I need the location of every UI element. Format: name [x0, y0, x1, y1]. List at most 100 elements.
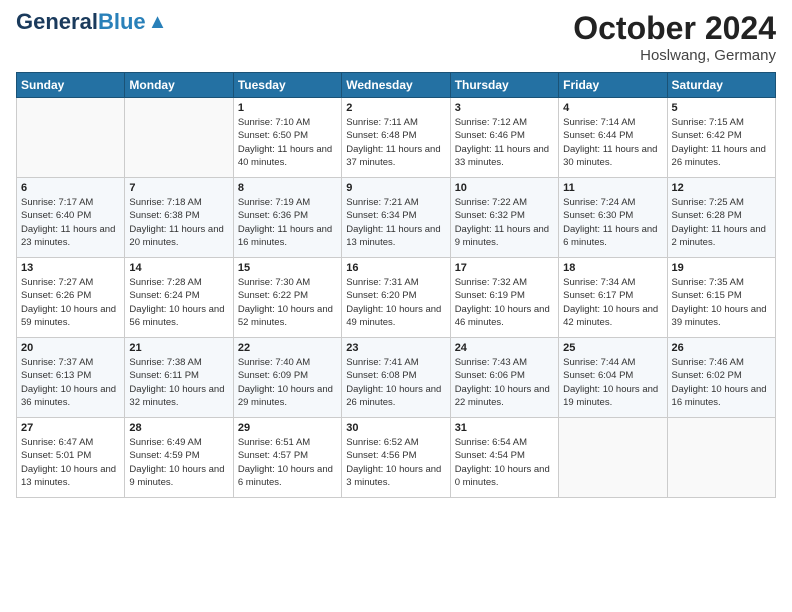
day-number: 9 — [346, 182, 445, 194]
sunrise-text: Sunrise: 7:43 AM — [455, 357, 527, 368]
calendar-cell: 29 Sunrise: 6:51 AM Sunset: 4:57 PM Dayl… — [233, 418, 341, 498]
sunrise-text: Sunrise: 7:41 AM — [346, 357, 418, 368]
calendar-cell: 10 Sunrise: 7:22 AM Sunset: 6:32 PM Dayl… — [450, 178, 558, 258]
daylight-text: Daylight: 10 hours and 52 minutes. — [238, 304, 333, 328]
sunset-text: Sunset: 6:17 PM — [563, 290, 633, 301]
sunrise-text: Sunrise: 7:25 AM — [672, 197, 744, 208]
daylight-text: Daylight: 10 hours and 9 minutes. — [129, 464, 224, 488]
sunset-text: Sunset: 6:15 PM — [672, 290, 742, 301]
sunset-text: Sunset: 6:34 PM — [346, 210, 416, 221]
day-number: 28 — [129, 422, 228, 434]
cell-content: Sunrise: 7:22 AM Sunset: 6:32 PM Dayligh… — [455, 196, 554, 249]
calendar-week-row: 13 Sunrise: 7:27 AM Sunset: 6:26 PM Dayl… — [17, 258, 776, 338]
daylight-text: Daylight: 11 hours and 2 minutes. — [672, 224, 766, 248]
calendar-week-row: 27 Sunrise: 6:47 AM Sunset: 5:01 PM Dayl… — [17, 418, 776, 498]
calendar-week-row: 1 Sunrise: 7:10 AM Sunset: 6:50 PM Dayli… — [17, 98, 776, 178]
sunset-text: Sunset: 6:09 PM — [238, 370, 308, 381]
calendar-cell: 14 Sunrise: 7:28 AM Sunset: 6:24 PM Dayl… — [125, 258, 233, 338]
calendar-cell: 31 Sunrise: 6:54 AM Sunset: 4:54 PM Dayl… — [450, 418, 558, 498]
calendar-cell: 22 Sunrise: 7:40 AM Sunset: 6:09 PM Dayl… — [233, 338, 341, 418]
sunrise-text: Sunrise: 7:17 AM — [21, 197, 93, 208]
day-number: 27 — [21, 422, 120, 434]
header: GeneralBlue ▲ October 2024 Hoslwang, Ger… — [16, 10, 776, 64]
daylight-text: Daylight: 10 hours and 32 minutes. — [129, 384, 224, 408]
daylight-text: Daylight: 10 hours and 13 minutes. — [21, 464, 116, 488]
daylight-text: Daylight: 11 hours and 20 minutes. — [129, 224, 223, 248]
daylight-text: Daylight: 11 hours and 26 minutes. — [672, 144, 766, 168]
calendar-cell: 1 Sunrise: 7:10 AM Sunset: 6:50 PM Dayli… — [233, 98, 341, 178]
title-block: October 2024 Hoslwang, Germany — [573, 10, 776, 64]
calendar-cell: 9 Sunrise: 7:21 AM Sunset: 6:34 PM Dayli… — [342, 178, 450, 258]
day-number: 10 — [455, 182, 554, 194]
daylight-text: Daylight: 10 hours and 19 minutes. — [563, 384, 658, 408]
day-number: 17 — [455, 262, 554, 274]
calendar-cell: 19 Sunrise: 7:35 AM Sunset: 6:15 PM Dayl… — [667, 258, 775, 338]
sunset-text: Sunset: 4:54 PM — [455, 450, 525, 461]
day-number: 19 — [672, 262, 771, 274]
weekday-header: Wednesday — [342, 73, 450, 98]
sunrise-text: Sunrise: 6:54 AM — [455, 437, 527, 448]
day-number: 30 — [346, 422, 445, 434]
daylight-text: Daylight: 10 hours and 42 minutes. — [563, 304, 658, 328]
day-number: 8 — [238, 182, 337, 194]
daylight-text: Daylight: 10 hours and 16 minutes. — [672, 384, 767, 408]
day-number: 31 — [455, 422, 554, 434]
calendar-cell: 7 Sunrise: 7:18 AM Sunset: 6:38 PM Dayli… — [125, 178, 233, 258]
day-number: 22 — [238, 342, 337, 354]
weekday-header-row: SundayMondayTuesdayWednesdayThursdayFrid… — [17, 73, 776, 98]
sunrise-text: Sunrise: 6:52 AM — [346, 437, 418, 448]
sunset-text: Sunset: 6:11 PM — [129, 370, 199, 381]
calendar-cell: 5 Sunrise: 7:15 AM Sunset: 6:42 PM Dayli… — [667, 98, 775, 178]
cell-content: Sunrise: 7:17 AM Sunset: 6:40 PM Dayligh… — [21, 196, 120, 249]
sunrise-text: Sunrise: 7:15 AM — [672, 117, 744, 128]
cell-content: Sunrise: 6:49 AM Sunset: 4:59 PM Dayligh… — [129, 436, 228, 489]
daylight-text: Daylight: 11 hours and 37 minutes. — [346, 144, 440, 168]
daylight-text: Daylight: 11 hours and 30 minutes. — [563, 144, 657, 168]
sunset-text: Sunset: 6:06 PM — [455, 370, 525, 381]
day-number: 20 — [21, 342, 120, 354]
calendar-cell: 15 Sunrise: 7:30 AM Sunset: 6:22 PM Dayl… — [233, 258, 341, 338]
daylight-text: Daylight: 10 hours and 59 minutes. — [21, 304, 116, 328]
calendar-cell: 18 Sunrise: 7:34 AM Sunset: 6:17 PM Dayl… — [559, 258, 667, 338]
day-number: 15 — [238, 262, 337, 274]
daylight-text: Daylight: 10 hours and 29 minutes. — [238, 384, 333, 408]
cell-content: Sunrise: 6:51 AM Sunset: 4:57 PM Dayligh… — [238, 436, 337, 489]
cell-content: Sunrise: 6:52 AM Sunset: 4:56 PM Dayligh… — [346, 436, 445, 489]
daylight-text: Daylight: 11 hours and 6 minutes. — [563, 224, 657, 248]
calendar-cell: 4 Sunrise: 7:14 AM Sunset: 6:44 PM Dayli… — [559, 98, 667, 178]
cell-content: Sunrise: 7:24 AM Sunset: 6:30 PM Dayligh… — [563, 196, 662, 249]
calendar-cell: 12 Sunrise: 7:25 AM Sunset: 6:28 PM Dayl… — [667, 178, 775, 258]
cell-content: Sunrise: 7:41 AM Sunset: 6:08 PM Dayligh… — [346, 356, 445, 409]
calendar-cell: 27 Sunrise: 6:47 AM Sunset: 5:01 PM Dayl… — [17, 418, 125, 498]
sunrise-text: Sunrise: 7:22 AM — [455, 197, 527, 208]
cell-content: Sunrise: 7:21 AM Sunset: 6:34 PM Dayligh… — [346, 196, 445, 249]
sunrise-text: Sunrise: 7:35 AM — [672, 277, 744, 288]
sunset-text: Sunset: 6:13 PM — [21, 370, 91, 381]
cell-content: Sunrise: 7:27 AM Sunset: 6:26 PM Dayligh… — [21, 276, 120, 329]
calendar-cell: 30 Sunrise: 6:52 AM Sunset: 4:56 PM Dayl… — [342, 418, 450, 498]
sunset-text: Sunset: 6:50 PM — [238, 130, 308, 141]
daylight-text: Daylight: 11 hours and 40 minutes. — [238, 144, 332, 168]
calendar-cell: 13 Sunrise: 7:27 AM Sunset: 6:26 PM Dayl… — [17, 258, 125, 338]
weekday-header: Monday — [125, 73, 233, 98]
sunrise-text: Sunrise: 7:10 AM — [238, 117, 310, 128]
sunset-text: Sunset: 6:40 PM — [21, 210, 91, 221]
cell-content: Sunrise: 7:38 AM Sunset: 6:11 PM Dayligh… — [129, 356, 228, 409]
day-number: 25 — [563, 342, 662, 354]
sunrise-text: Sunrise: 7:31 AM — [346, 277, 418, 288]
day-number: 6 — [21, 182, 120, 194]
cell-content: Sunrise: 7:35 AM Sunset: 6:15 PM Dayligh… — [672, 276, 771, 329]
logo: GeneralBlue ▲ — [16, 10, 167, 34]
sunrise-text: Sunrise: 7:37 AM — [21, 357, 93, 368]
cell-content: Sunrise: 7:32 AM Sunset: 6:19 PM Dayligh… — [455, 276, 554, 329]
sunrise-text: Sunrise: 7:44 AM — [563, 357, 635, 368]
calendar-table: SundayMondayTuesdayWednesdayThursdayFrid… — [16, 72, 776, 498]
cell-content: Sunrise: 7:31 AM Sunset: 6:20 PM Dayligh… — [346, 276, 445, 329]
sunset-text: Sunset: 6:19 PM — [455, 290, 525, 301]
daylight-text: Daylight: 11 hours and 13 minutes. — [346, 224, 440, 248]
calendar-week-row: 20 Sunrise: 7:37 AM Sunset: 6:13 PM Dayl… — [17, 338, 776, 418]
sunset-text: Sunset: 5:01 PM — [21, 450, 91, 461]
weekday-header: Saturday — [667, 73, 775, 98]
day-number: 12 — [672, 182, 771, 194]
sunset-text: Sunset: 6:22 PM — [238, 290, 308, 301]
